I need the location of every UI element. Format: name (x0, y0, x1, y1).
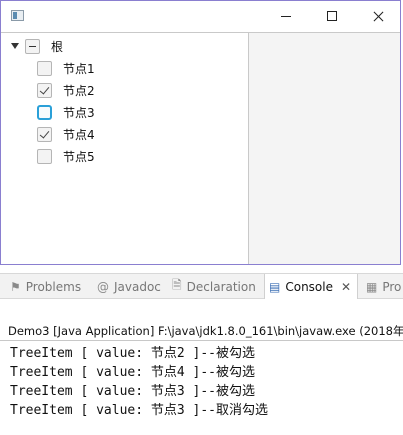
console-process-header: Demo3 [Java Application] F:\java\jdk1.8.… (8, 324, 403, 338)
console-icon: ▤ (269, 279, 281, 294)
console-line: TreeItem [ value: 节点3 ]--取消勾选 (10, 403, 269, 418)
node-1-checkbox[interactable] (37, 60, 52, 76)
tree-node-2[interactable]: 节点2 (37, 80, 95, 100)
tab-javadoc-label: Javadoc (114, 279, 161, 294)
at-icon: @ (97, 279, 109, 294)
app-window-icon (11, 10, 24, 21)
tab-progress-label: Pro (382, 279, 402, 294)
tree-root[interactable]: 根 (11, 36, 63, 56)
console-output[interactable]: TreeItem [ value: 节点2 ]--被勾选 TreeItem [ … (10, 344, 268, 420)
node-4-checkbox[interactable] (37, 126, 52, 142)
node-5-checkbox[interactable] (37, 148, 52, 164)
tree-node-3[interactable]: 节点3 (37, 102, 95, 122)
tree-node-4[interactable]: 节点4 (37, 124, 95, 144)
tab-declaration-label: Declaration (186, 279, 256, 294)
console-line: TreeItem [ value: 节点4 ]--被勾选 (10, 365, 256, 380)
maximize-button[interactable] (309, 1, 355, 31)
app-window: 根 节点1 节点2 节点3 节点4 节点5 (0, 0, 401, 265)
node-2-checkbox[interactable] (37, 82, 52, 98)
title-bar[interactable] (1, 1, 400, 32)
node-3-label: 节点3 (63, 105, 95, 120)
console-line: TreeItem [ value: 节点2 ]--被勾选 (10, 346, 256, 361)
node-2-label: 节点2 (63, 83, 95, 98)
root-label: 根 (51, 39, 64, 54)
tab-progress[interactable]: ▦ Pro (366, 274, 401, 299)
console-line: TreeItem [ value: 节点3 ]--被勾选 (10, 384, 256, 399)
problems-icon: ⚑ (10, 279, 21, 294)
progress-icon: ▦ (366, 279, 378, 294)
tab-declaration[interactable]: 🗎 Declaration (172, 274, 256, 299)
tree-node-5[interactable]: 节点5 (37, 146, 95, 166)
tree-node-1[interactable]: 节点1 (37, 58, 95, 78)
close-tab-icon[interactable]: ✕ (341, 280, 351, 294)
tree-view: 根 节点1 节点2 节点3 节点4 节点5 (1, 32, 249, 264)
console-divider (0, 340, 403, 341)
tab-problems[interactable]: ⚑ Problems (10, 274, 81, 299)
tab-console-label: Console (285, 279, 333, 294)
disclosure-triangle-icon[interactable] (11, 43, 19, 49)
root-checkbox[interactable] (25, 38, 40, 54)
node-1-label: 节点1 (63, 61, 95, 76)
view-tab-bar: ⚑ Problems @ Javadoc 🗎 Declaration ▤ Con… (0, 273, 403, 299)
close-button[interactable] (355, 1, 401, 31)
console-view[interactable]: Demo3 [Java Application] F:\java\jdk1.8.… (0, 299, 403, 435)
tab-console[interactable]: ▤ Console ✕ (264, 274, 359, 299)
minimize-button[interactable] (263, 1, 309, 31)
content-pane (249, 32, 400, 264)
tab-javadoc[interactable]: @ Javadoc (97, 274, 161, 299)
node-5-label: 节点5 (63, 149, 95, 164)
node-3-checkbox[interactable] (37, 104, 52, 120)
declaration-icon: 🗎 (172, 278, 182, 292)
tab-problems-label: Problems (25, 279, 82, 294)
node-4-label: 节点4 (63, 127, 95, 142)
